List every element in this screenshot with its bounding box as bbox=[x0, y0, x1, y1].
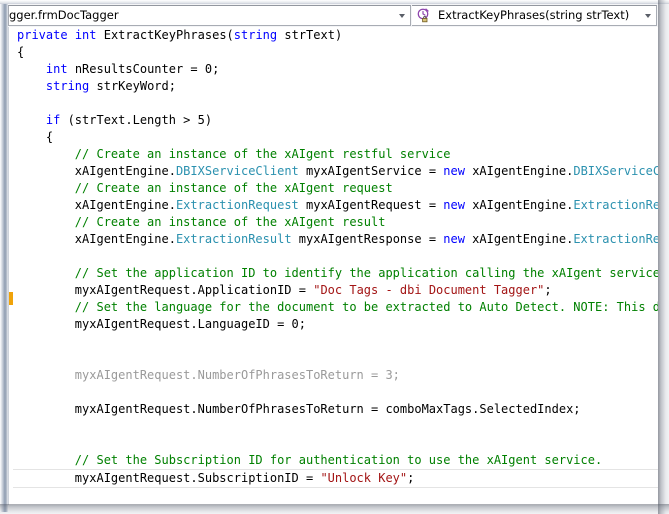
code-line[interactable]: // Create an instance of the xAIgent res… bbox=[13, 146, 658, 163]
type-dropdown[interactable]: gger.frmDocTagger bbox=[8, 5, 411, 26]
member-dropdown-value: ExtractKeyPhrases(string strText) bbox=[438, 8, 630, 22]
code-token: ExtractionRequest bbox=[175, 198, 299, 212]
code-line[interactable] bbox=[13, 248, 658, 265]
code-line[interactable]: // Set the language for the document to … bbox=[13, 299, 658, 316]
code-token: ; bbox=[407, 471, 415, 485]
code-token: { bbox=[17, 130, 54, 144]
code-token: // Create an instance of the xAIgent res… bbox=[17, 147, 451, 161]
code-line[interactable]: { bbox=[13, 129, 658, 146]
code-token: int bbox=[74, 28, 97, 42]
code-token: myxAIgentService = bbox=[298, 164, 444, 178]
window-frame-left bbox=[0, 4, 8, 512]
code-token: myxAIgentRequest.NumberOfPhrasesToReturn… bbox=[17, 402, 581, 416]
code-token: { bbox=[17, 45, 25, 59]
code-line[interactable]: // Set the Subscription ID for authentic… bbox=[13, 452, 658, 469]
code-token: new bbox=[443, 198, 465, 212]
code-line[interactable] bbox=[13, 333, 658, 350]
code-token: myxAIgentRequest.LanguageID = 0; bbox=[17, 317, 306, 331]
code-token: new bbox=[443, 232, 465, 246]
code-token: // Create an instance of the xAIgent res… bbox=[17, 215, 386, 229]
code-line[interactable]: myxAIgentRequest.ApplicationID = "Doc Ta… bbox=[13, 282, 658, 299]
code-line[interactable]: xAIgentEngine.ExtractionResult myxAIgent… bbox=[13, 231, 658, 248]
code-token: myxAIgentRequest.ApplicationID = bbox=[17, 283, 314, 297]
code-token: ExtractionResult bbox=[175, 232, 292, 246]
code-token: "Doc Tags - dbi Document Tagger" bbox=[313, 283, 545, 297]
code-token: "Unlock Key" bbox=[320, 471, 408, 485]
code-line[interactable]: xAIgentEngine.ExtractionRequest myxAIgen… bbox=[13, 197, 658, 214]
code-token: xAIgentEngine. bbox=[464, 232, 574, 246]
code-token: // Set the application ID to identify th… bbox=[17, 266, 658, 280]
member-dropdown[interactable]: ExtractKeyPhrases(string strText) bbox=[412, 5, 657, 26]
code-line[interactable]: myxAIgentRequest.NumberOfPhrasesToReturn… bbox=[13, 367, 658, 384]
code-token: // Set the Subscription ID for authentic… bbox=[17, 453, 603, 467]
code-line-current[interactable]: myxAIgentRequest.SubscriptionID = "Unloc… bbox=[13, 469, 658, 488]
code-token: // Set the language for the document to … bbox=[74, 300, 658, 314]
code-line[interactable]: // Create an instance of the xAIgent req… bbox=[13, 180, 658, 197]
code-token: xAIgentEngine. bbox=[17, 198, 176, 212]
code-line[interactable]: string strKeyWord; bbox=[13, 78, 658, 95]
code-token: xAIgentEngine. bbox=[17, 164, 176, 178]
private-method-icon bbox=[416, 8, 432, 23]
code-token: int bbox=[45, 62, 68, 76]
code-token: if bbox=[45, 113, 61, 127]
code-token: DBIXServiceClient bbox=[573, 164, 658, 178]
code-token: myxAIgentRequest = bbox=[298, 198, 444, 212]
code-line[interactable]: myxAIgentRequest.LanguageID = 0; bbox=[13, 316, 658, 333]
code-line[interactable]: myxAIgentRequest.NumberOfPhrasesToReturn… bbox=[13, 401, 658, 418]
code-line[interactable] bbox=[13, 435, 658, 452]
editor-navigation-bar: gger.frmDocTagger ExtractKeyPhrases(stri… bbox=[8, 4, 658, 27]
code-token: myxAIgentResponse = bbox=[291, 232, 444, 246]
chevron-down-icon[interactable] bbox=[399, 14, 405, 18]
code-text-area[interactable]: private int ExtractKeyPhrases(string str… bbox=[13, 27, 658, 505]
code-token: xAIgentEngine. bbox=[464, 198, 574, 212]
code-token: new bbox=[443, 164, 465, 178]
code-token: myxAIgentRequest.SubscriptionID = bbox=[17, 471, 321, 485]
code-line[interactable] bbox=[13, 350, 658, 367]
code-line[interactable]: xAIgentEngine.DBIXServiceClient myxAIgen… bbox=[13, 163, 658, 180]
code-token: string bbox=[233, 28, 278, 42]
window-frame-bottom bbox=[0, 504, 669, 514]
code-line[interactable] bbox=[13, 384, 658, 401]
code-line[interactable] bbox=[13, 95, 658, 112]
chevron-down-icon[interactable] bbox=[645, 14, 651, 18]
code-token: // Create an instance of the xAIgent req… bbox=[17, 181, 393, 195]
code-token: strText) bbox=[277, 28, 343, 42]
code-line[interactable] bbox=[13, 488, 658, 505]
type-dropdown-value: gger.frmDocTagger bbox=[9, 8, 119, 22]
code-line[interactable] bbox=[13, 418, 658, 435]
code-token: strKeyWord; bbox=[89, 79, 176, 93]
code-line[interactable]: // Set the application ID to identify th… bbox=[13, 265, 658, 282]
code-token: ExtractionResult bbox=[573, 232, 658, 246]
code-token: ExtractionRequest bbox=[573, 198, 658, 212]
code-line[interactable]: int nResultsCounter = 0; bbox=[13, 61, 658, 78]
code-token: xAIgentEngine. bbox=[17, 232, 176, 246]
code-token: string bbox=[45, 79, 90, 93]
code-editor-window: gger.frmDocTagger ExtractKeyPhrases(stri… bbox=[0, 0, 669, 514]
code-token: ExtractKeyPhrases( bbox=[96, 28, 234, 42]
code-line[interactable]: private int ExtractKeyPhrases(string str… bbox=[13, 27, 658, 44]
code-line[interactable]: // Create an instance of the xAIgent res… bbox=[13, 214, 658, 231]
code-token: xAIgentEngine. bbox=[464, 164, 574, 178]
code-token: nResultsCounter = 0; bbox=[67, 62, 220, 76]
code-token: private bbox=[17, 28, 68, 42]
code-token: (strText.Length > 5) bbox=[60, 113, 213, 127]
code-token: myxAIgentRequest.NumberOfPhrasesToReturn… bbox=[17, 368, 400, 382]
code-editor-surface[interactable]: private int ExtractKeyPhrases(string str… bbox=[8, 27, 658, 505]
code-line[interactable]: if (strText.Length > 5) bbox=[13, 112, 658, 129]
code-token: DBIXServiceClient bbox=[175, 164, 299, 178]
code-token: ; bbox=[544, 283, 552, 297]
window-frame-right bbox=[658, 0, 669, 514]
code-line[interactable]: { bbox=[13, 44, 658, 61]
